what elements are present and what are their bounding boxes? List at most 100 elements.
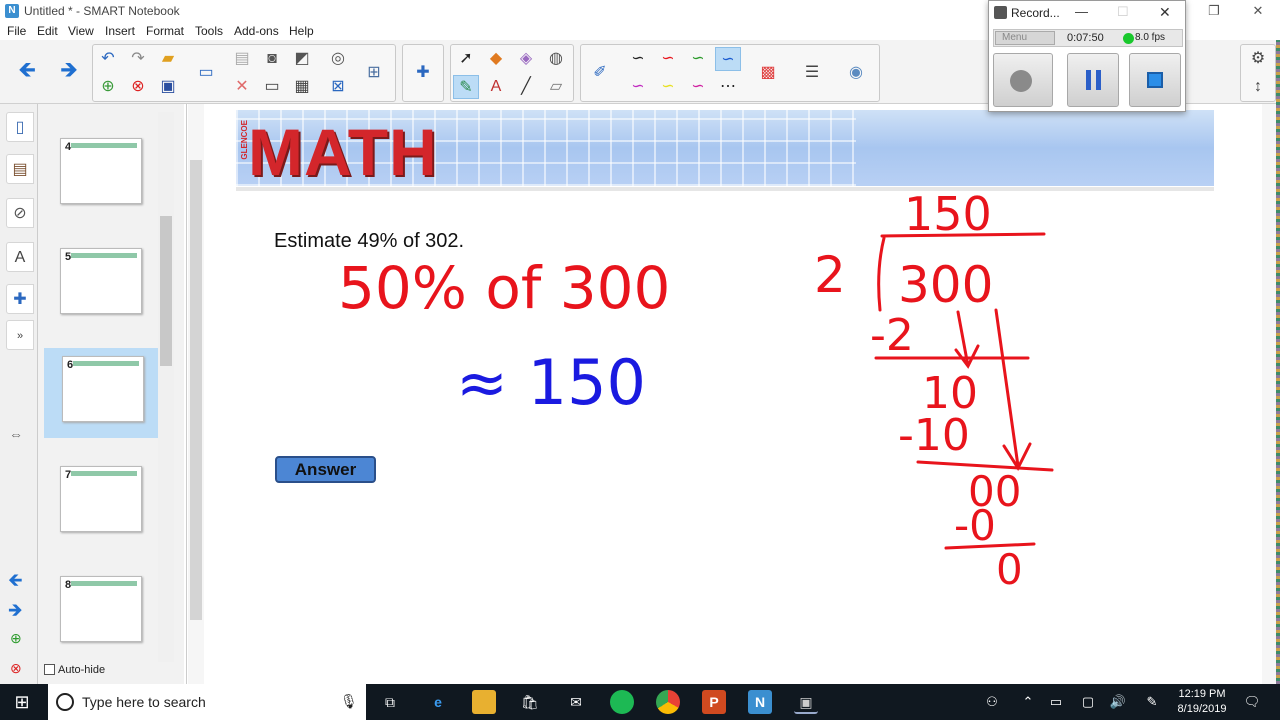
powerpoint-icon[interactable]: P (702, 690, 726, 714)
canvas-right-scrollbar[interactable] (1262, 104, 1276, 684)
battery-icon[interactable]: ▭ (1044, 690, 1068, 714)
properties-tab-icon[interactable]: A (6, 242, 34, 272)
line-style-icon[interactable]: ☰ (799, 61, 825, 85)
redo-icon[interactable]: ↷ (125, 47, 151, 71)
answer-button[interactable]: Answer (275, 456, 376, 483)
paste-icon[interactable]: ▤ (229, 47, 255, 71)
people-icon[interactable]: ⚇ (980, 690, 1004, 714)
smart-notebook-taskbar-icon[interactable]: N (748, 690, 772, 714)
taskbar-clock[interactable]: 12:19 PM 8/19/2019 (1168, 687, 1236, 717)
page-thumbnail-4[interactable]: 4 (60, 138, 142, 204)
file-explorer-icon[interactable] (472, 690, 496, 714)
show-hidden-icons[interactable]: ⌃ (1016, 690, 1040, 714)
page-thumbnail-7[interactable]: 7 (60, 466, 142, 532)
add-page-icon[interactable]: ⊕ (95, 75, 121, 99)
menu-view[interactable]: View (68, 24, 94, 38)
sorter-delete-page-icon[interactable]: ⊗ (10, 660, 22, 677)
menu-file[interactable]: File (7, 24, 26, 38)
fill-effects-icon[interactable]: ◉ (843, 61, 869, 85)
menu-tools[interactable]: Tools (195, 24, 223, 38)
sorter-scrollbar[interactable] (158, 112, 174, 662)
menu-add-ons[interactable]: Add-ons (234, 24, 279, 38)
menu-help[interactable]: Help (289, 24, 314, 38)
pen-blue-icon[interactable]: ∽ (715, 47, 741, 71)
close-box-icon[interactable]: ⊠ (325, 75, 351, 99)
page-thumbnail-6[interactable]: 6 (62, 356, 144, 422)
menu-insert[interactable]: Insert (105, 24, 135, 38)
text-icon[interactable]: A (483, 75, 509, 99)
menu-edit[interactable]: Edit (37, 24, 58, 38)
shapes-icon[interactable]: ◆ (483, 47, 509, 71)
properties-icon[interactable]: ⊞ (361, 61, 387, 85)
recorder-close-button[interactable]: ✕ (1159, 4, 1171, 21)
chrome-icon[interactable] (656, 690, 680, 714)
notebook-page-canvas[interactable] (186, 104, 1276, 684)
line-icon[interactable]: ╱ (513, 75, 539, 99)
pen-black-icon[interactable]: ∽ (625, 47, 651, 71)
previous-page-icon[interactable]: 🡸 (14, 58, 40, 82)
sorter-next-icon[interactable]: 🡺 (8, 598, 23, 628)
select-icon[interactable]: ➚ (453, 47, 479, 71)
next-page-icon[interactable]: 🡺 (56, 58, 82, 82)
screen-icon[interactable]: ▭ (193, 61, 219, 85)
move-sidebar-icon[interactable]: ⇔ (9, 426, 23, 442)
fill-icon[interactable]: ◍ (543, 47, 569, 71)
pen-workspace-icon[interactable]: ✎ (1140, 690, 1164, 714)
table-icon[interactable]: ▦ (289, 75, 315, 99)
toolbar-position-icon[interactable]: ↕ (1245, 75, 1271, 99)
undo-icon[interactable]: ↶ (95, 47, 121, 71)
add-ons-tab-icon[interactable]: ✚ (6, 284, 34, 314)
notifications-icon[interactable]: 🗨 (1240, 690, 1264, 714)
menu-format[interactable]: Format (146, 24, 184, 38)
stop-button[interactable] (1129, 53, 1181, 107)
recorder-menu-dropdown[interactable]: Menu (995, 31, 1055, 45)
pen-purple-icon[interactable]: ∽ (625, 75, 651, 99)
canvas-left-scrollbar[interactable] (188, 104, 204, 684)
eraser-icon[interactable]: ▱ (543, 75, 569, 99)
camera-icon[interactable]: ◙ (259, 47, 285, 71)
pause-button[interactable] (1067, 53, 1119, 107)
recorder-taskbar-icon[interactable]: ▣ (794, 690, 818, 714)
open-file-icon[interactable]: ▰ (155, 47, 181, 71)
recorder-maximize-button[interactable]: ☐ (1117, 4, 1129, 20)
sorter-prev-icon[interactable]: 🡸 (8, 568, 23, 598)
pen-red-icon[interactable]: ∽ (655, 47, 681, 71)
puzzle-icon[interactable]: ✚ (410, 61, 436, 85)
pen-yellow-icon[interactable]: ∽ (655, 75, 681, 99)
pen-dotted-icon[interactable]: ⋯ (715, 75, 741, 99)
edge-icon[interactable]: e (426, 690, 450, 714)
pens-icon[interactable]: ✎ (453, 75, 479, 99)
restore-button[interactable]: ❐ (1192, 0, 1236, 22)
page-thumbnail-8[interactable]: 8 (60, 576, 142, 642)
gallery-tab-icon[interactable]: ▤ (6, 154, 34, 184)
auto-hide-checkbox[interactable]: Auto-hide (44, 664, 105, 676)
sorter-add-page-icon[interactable]: ⊕ (10, 630, 22, 647)
display-icon[interactable]: ▭ (259, 75, 285, 99)
microphone-icon[interactable]: 🎙 (340, 693, 358, 710)
canvas-scroll-thumb[interactable] (190, 160, 202, 620)
close-button[interactable]: ✕ (1236, 0, 1280, 22)
magic-pen-icon[interactable]: ◈ (513, 47, 539, 71)
document-camera-icon[interactable]: ◎ (325, 47, 351, 71)
mail-icon[interactable]: ✉ (564, 690, 588, 714)
attachments-tab-icon[interactable]: ⊘ (6, 198, 34, 228)
taskbar-search-box[interactable]: Type here to search 🎙 (48, 684, 366, 720)
page-thumbnail-5[interactable]: 5 (60, 248, 142, 314)
task-view-icon[interactable]: ⧉ (378, 690, 402, 714)
delete-icon[interactable]: ✕ (229, 75, 255, 99)
save-icon[interactable]: ▣ (155, 75, 181, 99)
spotify-icon[interactable] (610, 690, 634, 714)
settings-gear-icon[interactable]: ⚙ (1245, 47, 1271, 71)
network-icon[interactable]: ▢ (1076, 690, 1100, 714)
windows-start-icon[interactable]: ⊞ (10, 690, 34, 714)
sorter-scroll-thumb[interactable] (160, 216, 172, 366)
recorder-minimize-button[interactable]: — (1075, 4, 1088, 19)
expand-tabs-icon[interactable]: » (6, 320, 34, 350)
record-button[interactable] (993, 53, 1053, 107)
screen-shade-icon[interactable]: ◩ (289, 47, 315, 71)
delete-page-icon[interactable]: ⊗ (125, 75, 151, 99)
pen-type-icon[interactable]: ✐ (587, 61, 613, 85)
pen-green-icon[interactable]: ∽ (685, 47, 711, 71)
volume-icon[interactable]: 🔊 (1106, 690, 1130, 714)
store-icon[interactable]: 🛍 (518, 690, 542, 714)
